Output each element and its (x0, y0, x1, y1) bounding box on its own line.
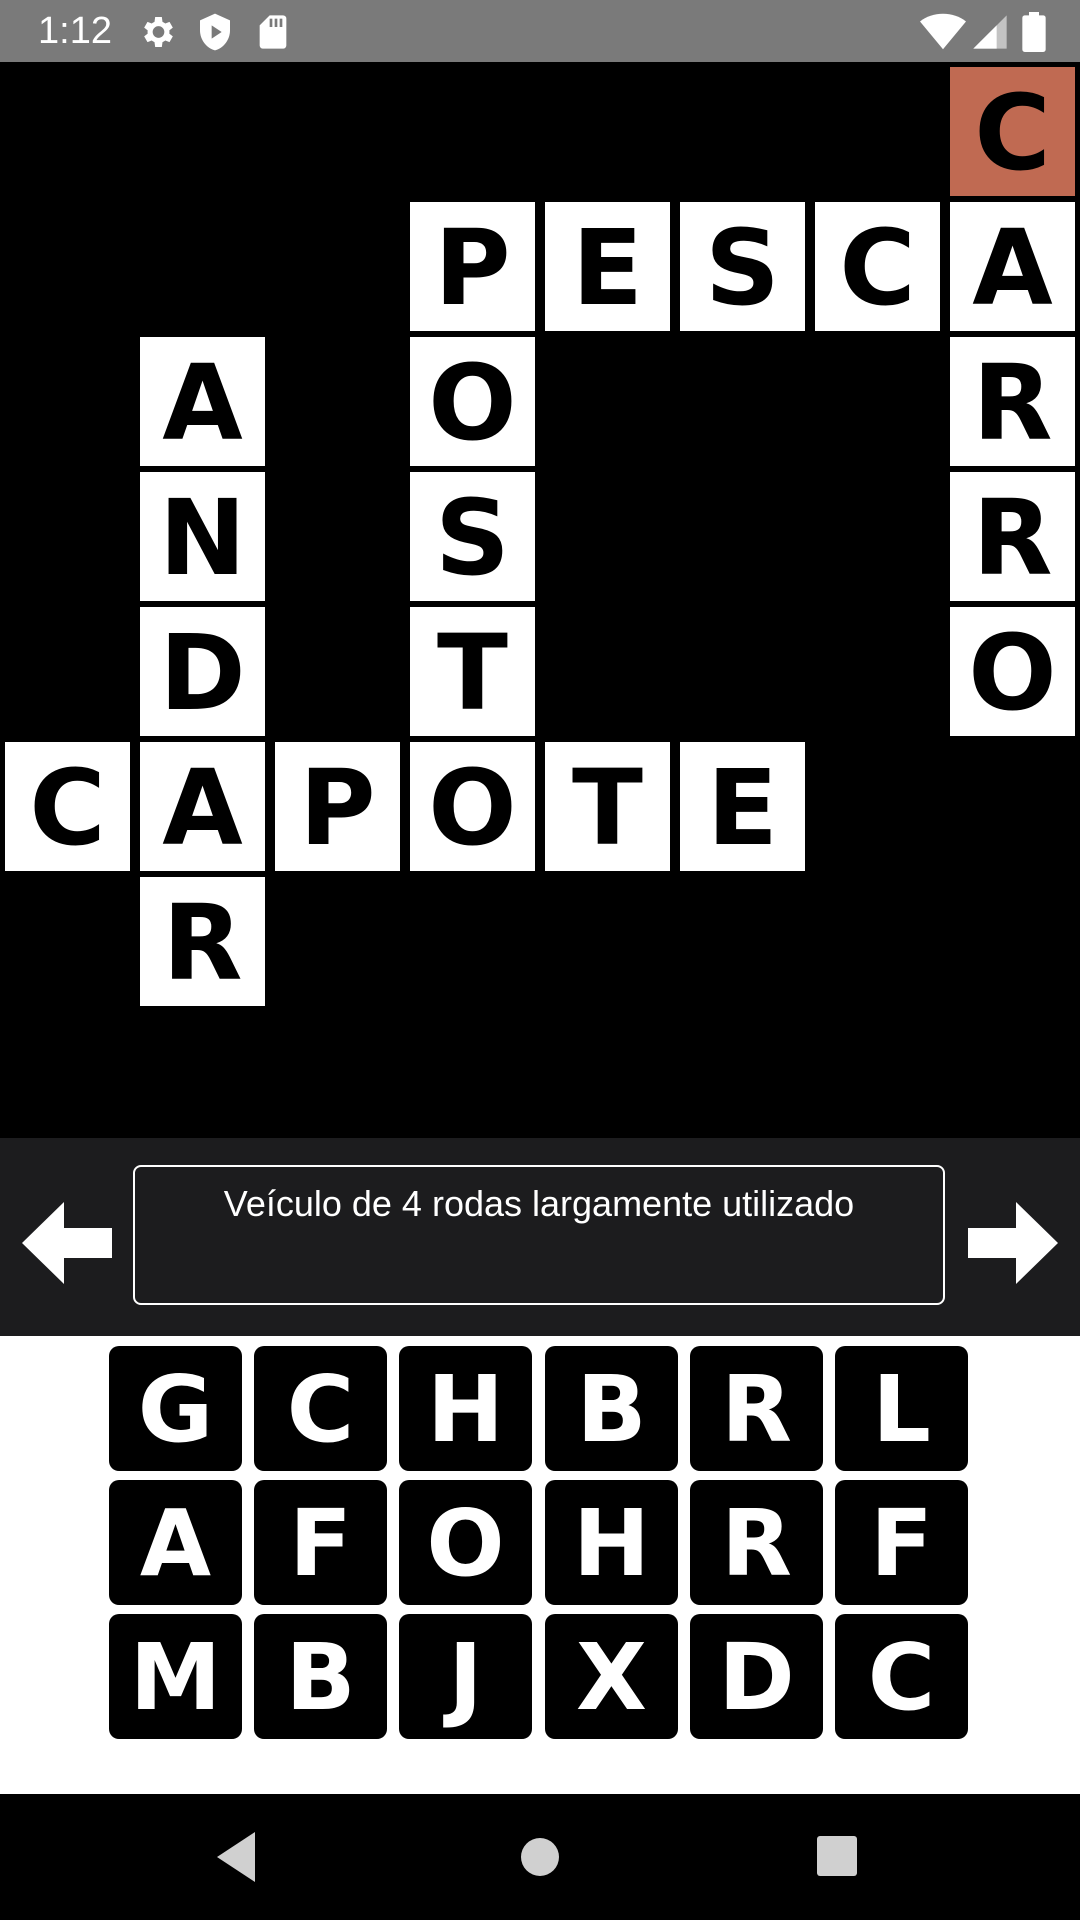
cell-active[interactable]: C (950, 67, 1075, 196)
cell[interactable]: P (275, 742, 400, 871)
cell[interactable]: R (950, 337, 1075, 466)
letter-key[interactable]: J (399, 1614, 532, 1739)
cell[interactable]: D (140, 607, 265, 736)
sd-card-icon (253, 12, 293, 52)
letter-key[interactable]: M (109, 1614, 242, 1739)
cell[interactable]: T (545, 742, 670, 871)
cell[interactable]: P (410, 202, 535, 331)
cell[interactable]: C (5, 742, 130, 871)
letter-key[interactable]: G (109, 1346, 242, 1471)
cell[interactable]: O (410, 337, 535, 466)
cell[interactable]: O (410, 742, 535, 871)
letter-keyboard: G C H B R L A F O H R F M B J X D C (0, 1336, 1080, 1794)
clue-text: Veículo de 4 rodas largamente utilizado (223, 1183, 855, 1224)
crossword-board: C P E S C A A O R N S R D T O C A P O T … (0, 62, 1080, 1138)
cell[interactable]: C (815, 202, 940, 331)
cell[interactable]: E (680, 742, 805, 871)
status-bar: 1:12 (0, 0, 1080, 62)
wifi-icon (920, 12, 966, 52)
shield-play-icon (195, 12, 235, 52)
navigation-bar (0, 1794, 1080, 1920)
letter-key[interactable]: C (254, 1346, 387, 1471)
letter-key[interactable]: X (545, 1614, 678, 1739)
cell[interactable]: O (950, 607, 1075, 736)
cell[interactable]: A (140, 337, 265, 466)
clue-box: Veículo de 4 rodas largamente utilizado (133, 1165, 945, 1305)
letter-key[interactable]: F (254, 1480, 387, 1605)
cell[interactable]: E (545, 202, 670, 331)
letter-key[interactable]: H (545, 1480, 678, 1605)
cell[interactable]: A (950, 202, 1075, 331)
back-icon[interactable] (205, 1824, 271, 1890)
cell[interactable]: T (410, 607, 535, 736)
next-arrow-icon[interactable] (968, 1198, 1058, 1288)
letter-key[interactable]: R (690, 1480, 823, 1605)
recents-icon[interactable] (805, 1824, 871, 1890)
status-time: 1:12 (38, 10, 112, 52)
home-icon[interactable] (507, 1824, 573, 1890)
letter-key[interactable]: L (835, 1346, 968, 1471)
letter-key[interactable]: H (399, 1346, 532, 1471)
cell[interactable]: N (140, 472, 265, 601)
cell[interactable]: S (410, 472, 535, 601)
signal-icon (970, 12, 1010, 52)
cell[interactable]: S (680, 202, 805, 331)
clue-bar: Veículo de 4 rodas largamente utilizado (0, 1138, 1080, 1336)
cell[interactable]: R (140, 877, 265, 1006)
letter-key[interactable]: B (545, 1346, 678, 1471)
previous-arrow-icon[interactable] (22, 1198, 112, 1288)
letter-key[interactable]: A (109, 1480, 242, 1605)
cell[interactable]: R (950, 472, 1075, 601)
battery-icon (1020, 12, 1048, 53)
gear-icon (137, 12, 177, 52)
letter-key[interactable]: C (835, 1614, 968, 1739)
letter-key[interactable]: R (690, 1346, 823, 1471)
game-screen: 1:12 C P E S C A A O R N S R D T O C A P… (0, 0, 1080, 1920)
letter-key[interactable]: O (399, 1480, 532, 1605)
letter-key[interactable]: B (254, 1614, 387, 1739)
letter-key[interactable]: D (690, 1614, 823, 1739)
letter-key[interactable]: F (835, 1480, 968, 1605)
cell[interactable]: A (140, 742, 265, 871)
